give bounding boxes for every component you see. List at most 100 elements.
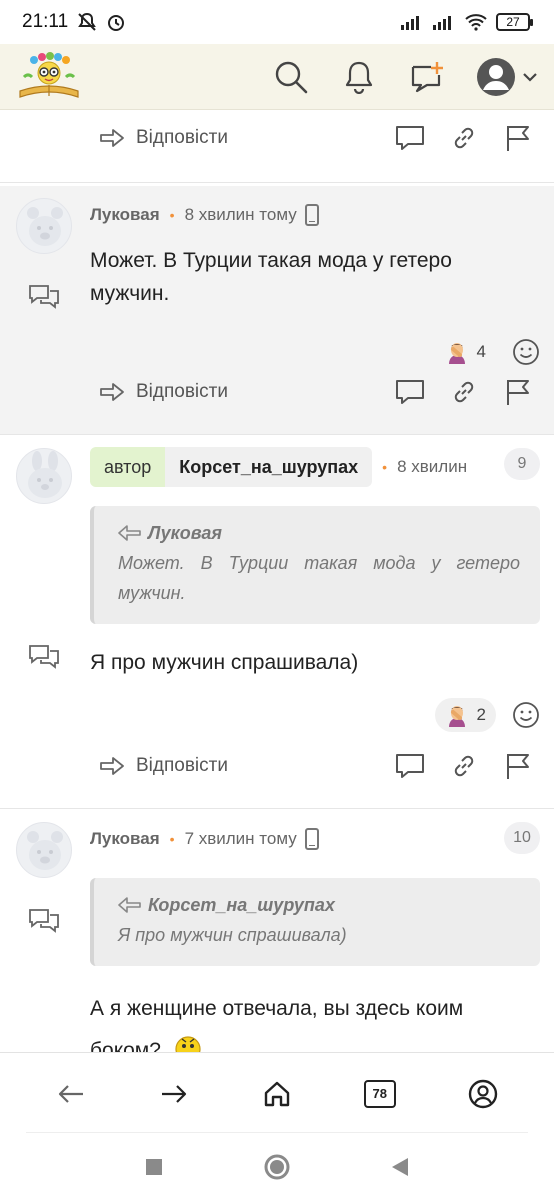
reply-button[interactable]: Відповісти: [98, 381, 228, 403]
profile-menu-button[interactable]: [476, 57, 538, 97]
reply-back-icon: [118, 525, 141, 541]
reply-button[interactable]: Відповісти: [98, 755, 228, 777]
bell-icon: [345, 61, 373, 94]
avatar[interactable]: [16, 448, 72, 504]
comment-number[interactable]: 9: [504, 448, 540, 480]
bunny-avatar-icon: [28, 451, 62, 498]
thread-icon[interactable]: [28, 908, 60, 934]
reply-arrow-icon: [100, 757, 124, 775]
comment-author[interactable]: Луковая: [90, 205, 160, 225]
user-avatar-icon: [477, 57, 515, 96]
reaction-facepalm[interactable]: 4: [435, 335, 496, 369]
separator-dot: •: [169, 207, 175, 223]
add-reaction-smile-icon[interactable]: [512, 701, 540, 729]
signal-icon-2: [433, 16, 451, 30]
system-navigation-bar: [0, 1134, 554, 1200]
quote-button[interactable]: [394, 750, 426, 782]
search-icon: [275, 61, 308, 93]
facepalm-emoji-icon: [448, 343, 465, 364]
system-nav-divider: [26, 1132, 528, 1133]
comment-number[interactable]: 10: [504, 822, 540, 854]
comment-divider: [0, 182, 554, 183]
comment-actions: Відповісти: [98, 746, 534, 786]
thread-icon[interactable]: [28, 284, 60, 310]
comment-divider: [0, 808, 554, 809]
quote-button[interactable]: [394, 122, 426, 154]
reaction-count: 4: [476, 342, 486, 361]
reply-label: Відповісти: [136, 381, 228, 402]
reply-arrow-icon: [100, 383, 124, 401]
separator-dot: •: [169, 831, 175, 847]
comment-author[interactable]: Корсет_на_шурупах: [165, 447, 373, 487]
account-circle-icon: [468, 1079, 497, 1108]
quote-text: Я про мужчин спрашивала): [118, 925, 347, 945]
quote-author-name: Корсет_на_шурупах: [148, 895, 335, 915]
flag-icon: [507, 754, 529, 779]
app-header: [0, 44, 554, 110]
back-triangle-icon[interactable]: [391, 1157, 409, 1177]
status-bar: 21:11 27: [0, 0, 554, 44]
comment-item: Відповісти: [0, 110, 554, 182]
link-button[interactable]: [448, 376, 480, 408]
comment-text-wrap: А я женщине отвечала, вы здесь коим боко…: [90, 988, 520, 1052]
forward-button[interactable]: [150, 1070, 198, 1118]
search-button[interactable]: [272, 58, 310, 96]
bear-avatar-icon: [27, 831, 63, 870]
comment-actions: Відповісти: [98, 372, 534, 412]
comment-author[interactable]: Луковая: [90, 829, 160, 849]
home-button[interactable]: [253, 1070, 301, 1118]
comment-bubble-icon: [396, 754, 424, 778]
status-time: 21:11: [22, 11, 69, 32]
comment-time[interactable]: 7 хвилин тому: [185, 829, 297, 849]
battery-icon: 27: [496, 13, 533, 31]
link-icon: [454, 127, 474, 149]
quote-block[interactable]: Луковая Может. В Турции такая мода у гет…: [90, 506, 540, 624]
reply-button[interactable]: Відповісти: [98, 127, 228, 149]
comment-time[interactable]: 8 хвилин тому: [185, 205, 297, 225]
new-chat-plus-icon: [411, 61, 443, 92]
comment-item: Луковая • 7 хвилин тому 10 Корсет_на_шур…: [0, 810, 554, 1052]
book-with-flowers-logo[interactable]: [16, 51, 82, 103]
recents-square-icon[interactable]: [145, 1158, 163, 1176]
thread-icon[interactable]: [28, 644, 60, 670]
mobile-device-icon: [304, 828, 319, 850]
avatar[interactable]: [16, 198, 72, 254]
comment-header: автор Корсет_на_шурупах • 8 хвилин 9: [90, 446, 540, 488]
link-icon: [454, 381, 474, 403]
comment-header: Луковая • 7 хвилин тому 10: [90, 820, 540, 858]
comment-text: Может. В Турции такая мода у гетеро мужч…: [90, 249, 452, 305]
report-button[interactable]: [502, 376, 534, 408]
author-badge: автор: [90, 447, 166, 487]
report-button[interactable]: [502, 750, 534, 782]
mobile-device-icon: [304, 204, 319, 226]
comment-bubble-icon: [396, 380, 424, 404]
avatar[interactable]: [16, 822, 72, 878]
comment-time[interactable]: 8 хвилин: [397, 457, 475, 477]
add-reaction-smile-icon[interactable]: [512, 338, 540, 366]
link-button[interactable]: [448, 122, 480, 154]
notifications-button[interactable]: [340, 58, 378, 96]
comment-header: Луковая • 8 хвилин тому: [90, 196, 540, 234]
reply-label: Відповісти: [136, 127, 228, 148]
browser-bottom-nav: 78: [0, 1052, 554, 1134]
link-button[interactable]: [448, 750, 480, 782]
new-post-button[interactable]: [408, 58, 446, 96]
account-button[interactable]: [459, 1070, 507, 1118]
flag-icon: [507, 380, 529, 405]
arrow-right-icon: [162, 1084, 187, 1103]
comment-text: А я женщине отвечала, вы здесь коим боко…: [90, 997, 464, 1052]
back-button[interactable]: [47, 1070, 95, 1118]
report-button[interactable]: [502, 122, 534, 154]
reply-back-icon: [118, 897, 141, 913]
comment-text: Я про мужчин спрашивала): [90, 651, 359, 674]
quote-block[interactable]: Корсет_на_шурупах Я про мужчин спрашивал…: [90, 878, 540, 966]
home-icon: [264, 1081, 290, 1106]
tabs-button[interactable]: 78: [356, 1070, 404, 1118]
quote-author-name: Луковая: [148, 523, 222, 543]
quote-text: Может. В Турции такая мода у гетеро мужч…: [118, 553, 520, 603]
reaction-facepalm[interactable]: 2: [434, 698, 496, 732]
quote-button[interactable]: [394, 376, 426, 408]
home-circle-icon[interactable]: [263, 1153, 291, 1181]
reaction-count: 2: [476, 705, 486, 724]
signal-icon: [401, 16, 419, 30]
